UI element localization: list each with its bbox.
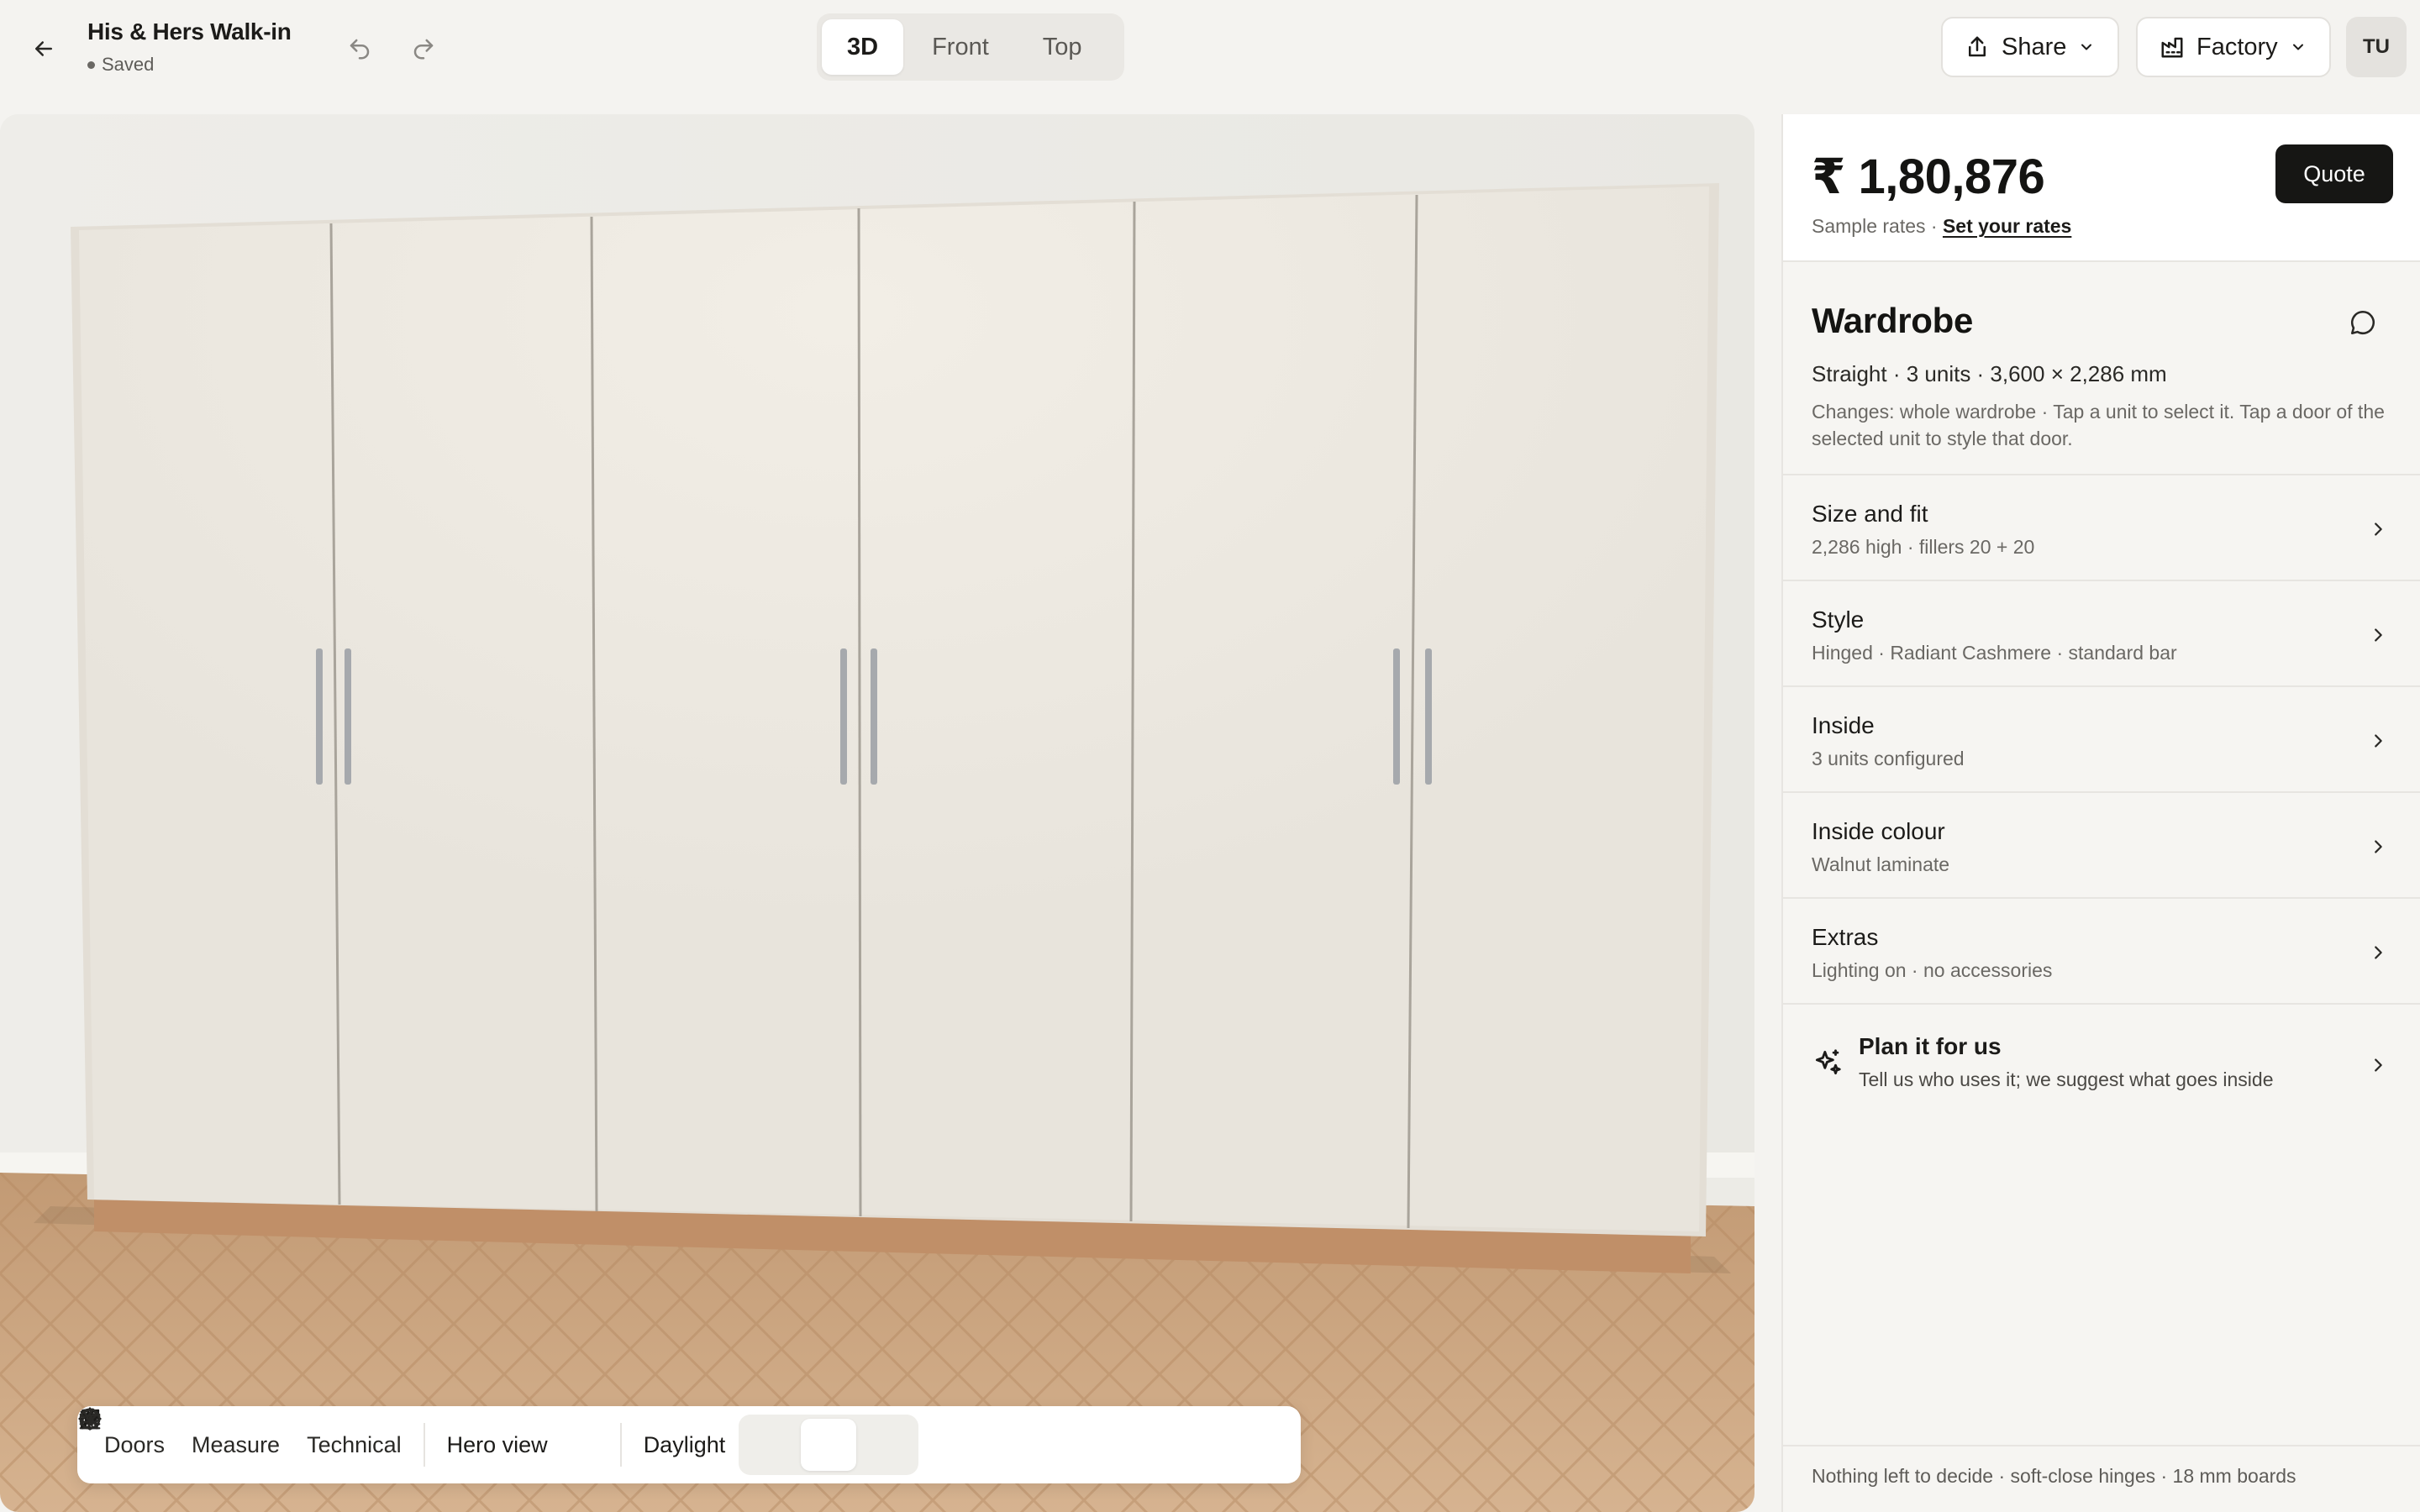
view-tab-3d[interactable]: 3D (822, 19, 904, 75)
quote-button[interactable]: Quote (2275, 144, 2393, 203)
fullscreen-button[interactable] (80, 1409, 612, 1471)
render-mode-button[interactable] (79, 1408, 915, 1471)
row-subtitle: Hinged · Radiant Cashmere · standard bar (1812, 642, 2177, 664)
set-rates-link[interactable]: Set your rates (1943, 215, 2071, 237)
plan-it-for-us-row[interactable]: Plan it for us Tell us who uses it; we s… (1783, 1006, 2420, 1122)
status-dot (87, 60, 95, 69)
row-title: Style (1812, 606, 1865, 633)
plan-subtitle: Tell us who uses it; we suggest what goe… (1859, 1068, 2274, 1090)
top-bar: His & Hers Walk-in Saved 3D Front Top Sh… (0, 0, 2420, 114)
user-avatar[interactable]: TU (2346, 17, 2407, 77)
share-icon (1969, 36, 1986, 57)
row-title: Inside (1812, 712, 1875, 738)
doors-toggle[interactable]: Doors (79, 1408, 178, 1475)
camera-view-dropdown[interactable]: Hero view (79, 1408, 561, 1475)
share-label: Share (2002, 33, 2067, 60)
save-status: Saved (87, 54, 292, 76)
lighting-label: Daylight (643, 1431, 726, 1457)
comment-icon (2350, 310, 2375, 335)
technical-label: Technical (307, 1431, 402, 1457)
redo-icon (413, 39, 434, 60)
render-mode-toggle (79, 1408, 919, 1475)
view-tab-front[interactable]: Front (907, 19, 1014, 75)
sparkles-icon (1815, 1049, 1841, 1075)
rates-note: Sample rates · Set your rates (1812, 215, 2071, 238)
factory-label: Factory (2196, 33, 2278, 60)
undo-button[interactable] (339, 29, 380, 69)
comment-button[interactable] (2346, 306, 2380, 339)
back-button[interactable] (24, 29, 64, 69)
measure-label: Measure (192, 1431, 281, 1457)
wardrobe-render (0, 114, 1754, 1512)
configuration-panel: ₹ 1,80,876 Sample rates · Set your rates… (1781, 114, 2420, 1512)
document-title: His & Hers Walk-in (87, 18, 292, 45)
technical-toggle[interactable]: Technical (82, 1408, 415, 1475)
row-subtitle: Walnut laminate (1812, 853, 1950, 875)
camera-view-label: Hero view (446, 1431, 548, 1457)
chevron-right-icon (2375, 946, 2382, 959)
chevron-right-icon (2375, 1058, 2382, 1072)
row-subtitle: 2,286 high · fillers 20 + 20 (1812, 536, 2035, 558)
viewport-toolbar: Doors Measure Technical Hero view Daylig… (77, 1406, 1301, 1483)
3d-viewport[interactable]: Doors Measure Technical Hero view Daylig… (0, 114, 1754, 1512)
chevron-right-icon (2375, 840, 2382, 853)
wardrobe-dimensions: Straight · 3 units · 3,600 × 2,286 mm (1812, 361, 2167, 386)
plan-title: Plan it for us (1859, 1033, 2002, 1059)
row-style[interactable]: Style Hinged · Radiant Cashmere · standa… (1783, 583, 2420, 687)
row-subtitle: Lighting on · no accessories (1812, 959, 2053, 981)
chevron-right-icon (2375, 734, 2382, 748)
price-total: ₹ 1,80,876 (1812, 150, 2045, 204)
view-mode-toggle: 3D Front Top (817, 13, 1124, 81)
rates-prefix: Sample rates · (1812, 215, 1938, 237)
view-tab-top[interactable]: Top (1018, 19, 1107, 75)
share-button[interactable]: Share (1941, 17, 2119, 77)
row-inside[interactable]: Inside 3 units configured (1783, 689, 2420, 793)
measure-toggle[interactable]: Measure (79, 1408, 293, 1475)
wardrobe-help-text: Changes: whole wardrobe · Tap a unit to … (1812, 401, 2385, 449)
row-title: Inside colour (1812, 818, 1945, 844)
row-extras[interactable]: Extras Lighting on · no accessories (1783, 900, 2420, 1005)
factory-button[interactable]: Factory (2136, 17, 2331, 77)
info-button[interactable] (79, 1408, 976, 1471)
chevron-down-icon (2081, 44, 2092, 50)
wardrobe-summary: Wardrobe Straight · 3 units · 3,600 × 2,… (1783, 264, 2420, 475)
chevron-right-icon (2375, 628, 2382, 642)
lighting-dropdown[interactable]: Daylight (78, 1407, 739, 1475)
doors-label: Doors (104, 1431, 166, 1457)
undo-icon (350, 39, 370, 60)
row-subtitle: 3 units configured (1812, 748, 1965, 769)
document-title-block: His & Hers Walk-in Saved (87, 18, 292, 76)
toolbar-divider (619, 1423, 622, 1467)
factory-icon (2161, 37, 2183, 58)
row-title: Extras (1812, 924, 1879, 950)
row-inside-colour[interactable]: Inside colour Walnut laminate (1783, 795, 2420, 899)
row-title: Size and fit (1812, 501, 1928, 527)
sketch-mode-button[interactable] (80, 1409, 857, 1471)
toolbar-divider (423, 1423, 425, 1467)
wardrobe-title: Wardrobe (1812, 301, 1974, 340)
redo-button[interactable] (403, 29, 444, 69)
save-status-text: Saved (102, 54, 155, 75)
chevron-right-icon (2375, 522, 2382, 536)
status-footer: Nothing left to decide · soft-close hing… (1783, 1445, 2420, 1512)
row-size-and-fit[interactable]: Size and fit 2,286 high · fillers 20 + 2… (1783, 477, 2420, 581)
wardrobe-doors (79, 186, 1709, 1231)
arrow-left-icon (35, 41, 52, 56)
info-icon (79, 1408, 101, 1430)
layers-mode-button[interactable] (79, 1408, 797, 1471)
chevron-down-icon (2292, 44, 2303, 50)
